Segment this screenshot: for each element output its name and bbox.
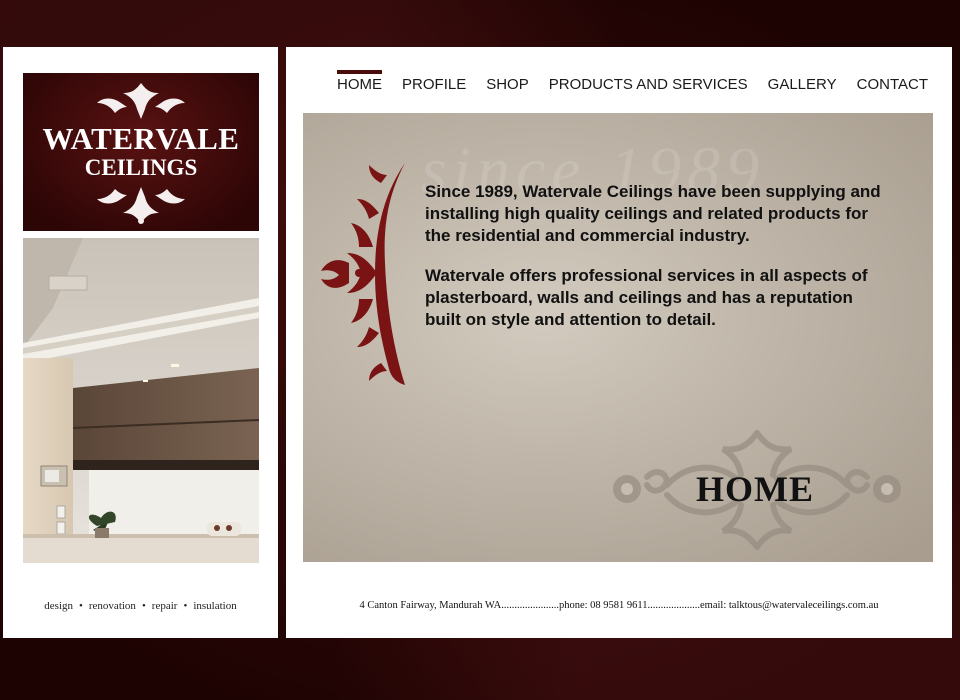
tagline: design • renovation • repair • insulation: [3, 600, 278, 612]
hero-intro: Since 1989, Watervale Ceilings have been…: [425, 181, 885, 349]
left-panel: WATERVALE CEILINGS design • renovation •…: [3, 47, 278, 638]
hero-paragraph-2: Watervale offers professional services i…: [425, 266, 868, 329]
contact-footer: 4 Canton Fairway, Mandurah WA...........…: [359, 600, 879, 611]
logo-bottom-ornament-icon: [97, 187, 185, 224]
logo-top-ornament-icon: [97, 83, 185, 119]
bullet-icon: •: [141, 600, 146, 612]
hero-paragraph-1: Since 1989, Watervale Ceilings have been…: [425, 182, 881, 245]
logo-subtitle: CEILINGS: [84, 155, 198, 180]
nav-profile[interactable]: PROFILE: [402, 73, 466, 97]
nav-home[interactable]: HOME: [337, 70, 383, 97]
main-nav: HOME PROFILE SHOP PRODUCTS AND SERVICES …: [317, 70, 928, 97]
nav-shop[interactable]: SHOP: [486, 73, 529, 97]
main-panel: HOME PROFILE SHOP PRODUCTS AND SERVICES …: [286, 47, 952, 638]
nav-gallery[interactable]: GALLERY: [768, 73, 837, 97]
tagline-item-repair: repair: [151, 600, 178, 612]
side-ornament-icon: [321, 163, 405, 385]
page-title: HOME: [696, 469, 814, 509]
nav-contact[interactable]: CONTACT: [857, 73, 928, 97]
tagline-item-renovation: renovation: [88, 600, 136, 612]
kitchen-photo: [23, 238, 259, 563]
hero-banner: since 1989 Since 1989, Watervale Ceiling…: [303, 113, 933, 562]
logo-title: WATERVALE: [42, 121, 240, 156]
bullet-icon: •: [183, 600, 188, 612]
bullet-icon: •: [79, 600, 83, 612]
tagline-item-design: design: [44, 600, 74, 612]
tagline-item-insulation: insulation: [193, 600, 237, 612]
site-logo[interactable]: WATERVALE CEILINGS: [23, 73, 259, 231]
nav-products-and-services[interactable]: PRODUCTS AND SERVICES: [549, 73, 748, 97]
